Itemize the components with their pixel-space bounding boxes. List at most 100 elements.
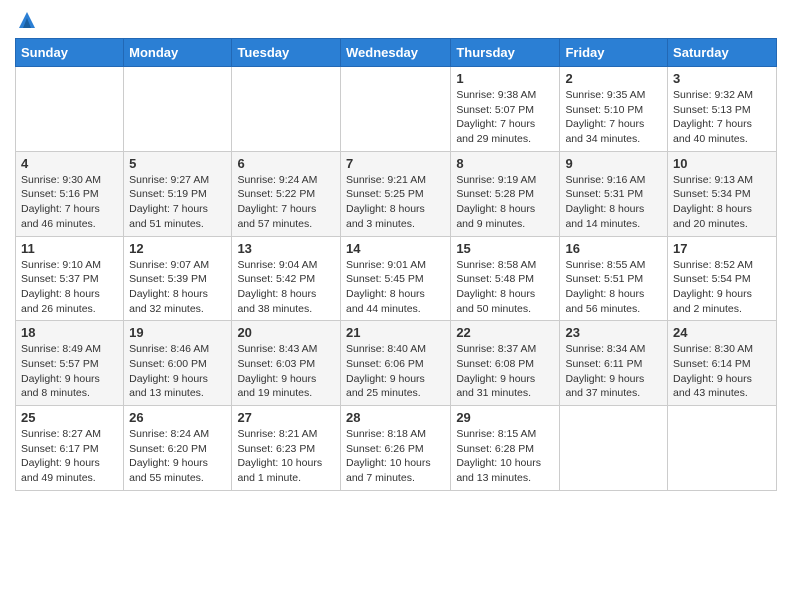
day-info: Sunrise: 9:10 AM Sunset: 5:37 PM Dayligh… [21, 258, 118, 317]
day-info: Sunrise: 9:27 AM Sunset: 5:19 PM Dayligh… [129, 173, 226, 232]
day-info: Sunrise: 8:24 AM Sunset: 6:20 PM Dayligh… [129, 427, 226, 486]
day-info: Sunrise: 9:13 AM Sunset: 5:34 PM Dayligh… [673, 173, 771, 232]
day-number: 9 [565, 156, 662, 171]
day-of-week-header: Thursday [451, 39, 560, 67]
day-info: Sunrise: 8:46 AM Sunset: 6:00 PM Dayligh… [129, 342, 226, 401]
calendar-cell: 29Sunrise: 8:15 AM Sunset: 6:28 PM Dayli… [451, 406, 560, 491]
day-info: Sunrise: 8:37 AM Sunset: 6:08 PM Dayligh… [456, 342, 554, 401]
calendar-cell: 4 Sunrise: 9:30 AM Sunset: 5:16 PM Daylig… [16, 151, 124, 236]
day-number: 21 [346, 325, 445, 340]
day-info: Sunrise: 9:35 AM Sunset: 5:10 PM Dayligh… [565, 88, 662, 147]
calendar-cell [124, 67, 232, 152]
calendar-week-row: 1Sunrise: 9:38 AM Sunset: 5:07 PM Daylig… [16, 67, 777, 152]
day-info: Sunrise: 8:43 AM Sunset: 6:03 PM Dayligh… [237, 342, 335, 401]
day-info: Sunrise: 9:16 AM Sunset: 5:31 PM Dayligh… [565, 173, 662, 232]
calendar-cell [668, 406, 777, 491]
day-number: 20 [237, 325, 335, 340]
day-number: 16 [565, 241, 662, 256]
day-info: Sunrise: 9:21 AM Sunset: 5:25 PM Dayligh… [346, 173, 445, 232]
day-of-week-header: Wednesday [340, 39, 450, 67]
calendar-cell: 2 Sunrise: 9:35 AM Sunset: 5:10 PM Daylig… [560, 67, 668, 152]
calendar-cell [560, 406, 668, 491]
calendar-week-row: 4 Sunrise: 9:30 AM Sunset: 5:16 PM Daylig… [16, 151, 777, 236]
calendar-cell: 16 Sunrise: 8:55 AM Sunset: 5:51 PM Dayli… [560, 236, 668, 321]
day-number: 10 [673, 156, 771, 171]
day-info: Sunrise: 9:24 AM Sunset: 5:22 PM Dayligh… [237, 173, 335, 232]
calendar-cell: 13Sunrise: 9:04 AM Sunset: 5:42 PM Dayli… [232, 236, 341, 321]
day-info: Sunrise: 9:04 AM Sunset: 5:42 PM Dayligh… [237, 258, 335, 317]
calendar-week-row: 11 Sunrise: 9:10 AM Sunset: 5:37 PM Dayli… [16, 236, 777, 321]
calendar-cell: 6 Sunrise: 9:24 AM Sunset: 5:22 PM Daylig… [232, 151, 341, 236]
day-info: Sunrise: 9:30 AM Sunset: 5:16 PM Dayligh… [21, 173, 118, 232]
calendar-cell: 7 Sunrise: 9:21 AM Sunset: 5:25 PM Daylig… [340, 151, 450, 236]
day-number: 6 [237, 156, 335, 171]
day-number: 15 [456, 241, 554, 256]
header [15, 10, 777, 30]
calendar-cell: 10 Sunrise: 9:13 AM Sunset: 5:34 PM Dayli… [668, 151, 777, 236]
day-number: 5 [129, 156, 226, 171]
day-info: Sunrise: 9:19 AM Sunset: 5:28 PM Dayligh… [456, 173, 554, 232]
day-info: Sunrise: 8:40 AM Sunset: 6:06 PM Dayligh… [346, 342, 445, 401]
day-number: 1 [456, 71, 554, 86]
calendar-cell: 8Sunrise: 9:19 AM Sunset: 5:28 PM Daylig… [451, 151, 560, 236]
calendar-cell: 23 Sunrise: 8:34 AM Sunset: 6:11 PM Dayli… [560, 321, 668, 406]
calendar-week-row: 25 Sunrise: 8:27 AM Sunset: 6:17 PM Dayli… [16, 406, 777, 491]
logo [15, 10, 37, 30]
day-info: Sunrise: 8:34 AM Sunset: 6:11 PM Dayligh… [565, 342, 662, 401]
day-number: 3 [673, 71, 771, 86]
day-number: 28 [346, 410, 445, 425]
calendar-cell: 25 Sunrise: 8:27 AM Sunset: 6:17 PM Dayli… [16, 406, 124, 491]
day-number: 19 [129, 325, 226, 340]
calendar-cell: 24 Sunrise: 8:30 AM Sunset: 6:14 PM Dayli… [668, 321, 777, 406]
calendar-cell: 5 Sunrise: 9:27 AM Sunset: 5:19 PM Daylig… [124, 151, 232, 236]
day-info: Sunrise: 9:01 AM Sunset: 5:45 PM Dayligh… [346, 258, 445, 317]
day-number: 22 [456, 325, 554, 340]
logo-icon [17, 10, 37, 30]
day-number: 4 [21, 156, 118, 171]
day-info: Sunrise: 8:18 AM Sunset: 6:26 PM Dayligh… [346, 427, 445, 486]
calendar-cell: 11 Sunrise: 9:10 AM Sunset: 5:37 PM Dayli… [16, 236, 124, 321]
calendar-cell: 12 Sunrise: 9:07 AM Sunset: 5:39 PM Dayli… [124, 236, 232, 321]
day-info: Sunrise: 8:21 AM Sunset: 6:23 PM Dayligh… [237, 427, 335, 486]
calendar-header-row: SundayMondayTuesdayWednesdayThursdayFrid… [16, 39, 777, 67]
calendar-table: SundayMondayTuesdayWednesdayThursdayFrid… [15, 38, 777, 491]
calendar-cell: 21 Sunrise: 8:40 AM Sunset: 6:06 PM Dayli… [340, 321, 450, 406]
day-number: 7 [346, 156, 445, 171]
day-number: 14 [346, 241, 445, 256]
calendar-week-row: 18 Sunrise: 8:49 AM Sunset: 5:57 PM Dayli… [16, 321, 777, 406]
day-of-week-header: Saturday [668, 39, 777, 67]
calendar-cell [232, 67, 341, 152]
calendar-cell: 28 Sunrise: 8:18 AM Sunset: 6:26 PM Dayli… [340, 406, 450, 491]
day-number: 23 [565, 325, 662, 340]
day-number: 29 [456, 410, 554, 425]
calendar-cell: 1Sunrise: 9:38 AM Sunset: 5:07 PM Daylig… [451, 67, 560, 152]
day-of-week-header: Sunday [16, 39, 124, 67]
day-number: 12 [129, 241, 226, 256]
day-info: Sunrise: 9:07 AM Sunset: 5:39 PM Dayligh… [129, 258, 226, 317]
calendar-cell [340, 67, 450, 152]
calendar-cell: 17 Sunrise: 8:52 AM Sunset: 5:54 PM Dayli… [668, 236, 777, 321]
day-number: 18 [21, 325, 118, 340]
calendar-cell: 18 Sunrise: 8:49 AM Sunset: 5:57 PM Dayli… [16, 321, 124, 406]
calendar-cell: 19 Sunrise: 8:46 AM Sunset: 6:00 PM Dayli… [124, 321, 232, 406]
calendar-cell: 26Sunrise: 8:24 AM Sunset: 6:20 PM Dayli… [124, 406, 232, 491]
day-info: Sunrise: 8:49 AM Sunset: 5:57 PM Dayligh… [21, 342, 118, 401]
calendar-cell: 27Sunrise: 8:21 AM Sunset: 6:23 PM Dayli… [232, 406, 341, 491]
calendar-cell: 15Sunrise: 8:58 AM Sunset: 5:48 PM Dayli… [451, 236, 560, 321]
day-number: 25 [21, 410, 118, 425]
calendar-cell: 9 Sunrise: 9:16 AM Sunset: 5:31 PM Daylig… [560, 151, 668, 236]
calendar-cell: 20 Sunrise: 8:43 AM Sunset: 6:03 PM Dayli… [232, 321, 341, 406]
page: SundayMondayTuesdayWednesdayThursdayFrid… [0, 0, 792, 501]
calendar-cell: 22 Sunrise: 8:37 AM Sunset: 6:08 PM Dayli… [451, 321, 560, 406]
day-info: Sunrise: 9:32 AM Sunset: 5:13 PM Dayligh… [673, 88, 771, 147]
day-number: 2 [565, 71, 662, 86]
day-number: 11 [21, 241, 118, 256]
day-info: Sunrise: 8:30 AM Sunset: 6:14 PM Dayligh… [673, 342, 771, 401]
day-info: Sunrise: 8:27 AM Sunset: 6:17 PM Dayligh… [21, 427, 118, 486]
day-number: 17 [673, 241, 771, 256]
calendar-cell: 3 Sunrise: 9:32 AM Sunset: 5:13 PM Daylig… [668, 67, 777, 152]
day-info: Sunrise: 8:52 AM Sunset: 5:54 PM Dayligh… [673, 258, 771, 317]
day-info: Sunrise: 8:55 AM Sunset: 5:51 PM Dayligh… [565, 258, 662, 317]
day-of-week-header: Monday [124, 39, 232, 67]
day-number: 24 [673, 325, 771, 340]
